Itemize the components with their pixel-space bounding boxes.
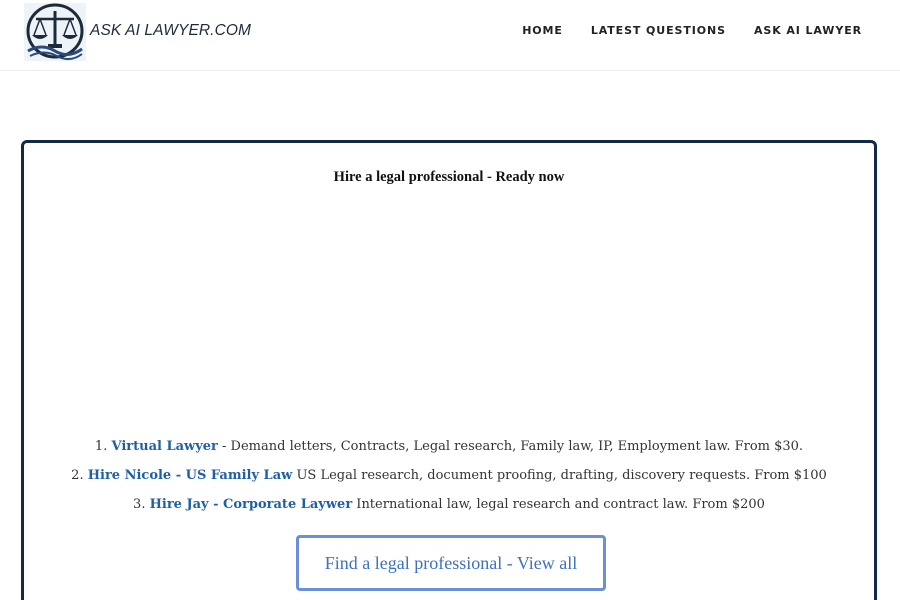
item-number: 3. bbox=[133, 497, 146, 512]
scales-of-justice-icon bbox=[24, 3, 86, 61]
card-title: Hire a legal professional - Ready now bbox=[333, 169, 565, 185]
item-description: International law, legal research and co… bbox=[352, 497, 765, 512]
list-item: 1. Virtual Lawyer - Demand letters, Cont… bbox=[24, 437, 874, 466]
site-header: ASK AI LAWYER.COM HOME LATEST QUESTIONS … bbox=[0, 0, 900, 71]
view-all-professionals-button[interactable]: Find a legal professional - View all bbox=[296, 535, 606, 591]
item-number: 1. bbox=[94, 439, 108, 454]
hire-professional-card: Hire a legal professional - Ready now 1.… bbox=[21, 140, 877, 600]
site-logo[interactable]: ASK AI LAWYER.COM bbox=[24, 3, 251, 61]
professional-list: 1. Virtual Lawyer - Demand letters, Cont… bbox=[24, 437, 874, 524]
hire-jay-link[interactable]: Hire Jay - Corporate Laywer bbox=[150, 497, 353, 512]
nav-ask-ai-lawyer[interactable]: ASK AI LAWYER bbox=[754, 24, 862, 37]
item-description: US Legal research, document proofing, dr… bbox=[292, 468, 827, 483]
nav-home[interactable]: HOME bbox=[522, 24, 563, 37]
item-number: 2. bbox=[71, 468, 84, 483]
hire-nicole-link[interactable]: Hire Nicole - US Family Law bbox=[88, 468, 293, 483]
virtual-lawyer-link[interactable]: Virtual Lawyer bbox=[111, 439, 217, 454]
item-description: - Demand letters, Contracts, Legal resea… bbox=[217, 439, 804, 454]
logo-text: ASK AI LAWYER.COM bbox=[90, 22, 252, 39]
main-nav: HOME LATEST QUESTIONS ASK AI LAWYER bbox=[522, 24, 862, 37]
list-item: 3. Hire Jay - Corporate Laywer Internati… bbox=[24, 495, 874, 524]
list-item: 2. Hire Nicole - US Family Law US Legal … bbox=[24, 466, 874, 495]
nav-latest-questions[interactable]: LATEST QUESTIONS bbox=[591, 24, 726, 37]
